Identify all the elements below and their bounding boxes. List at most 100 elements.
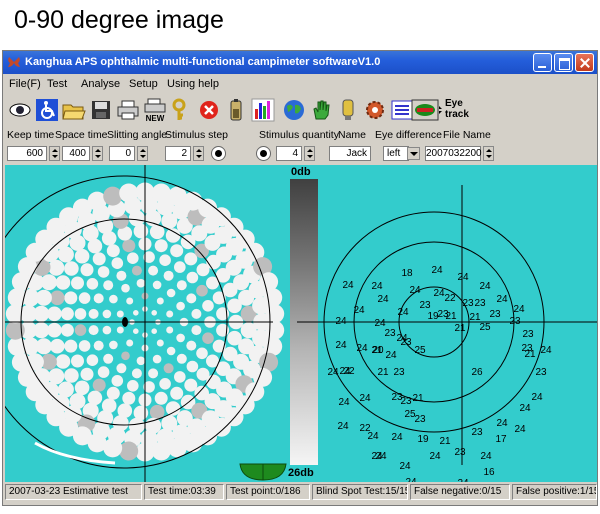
stimulus-dot [60,307,74,321]
stimulus-dot [159,254,171,266]
stimulus-dot [152,280,162,290]
print-icon[interactable] [115,97,141,123]
stimulus-dot [163,363,174,374]
stimulus-quantity-radio[interactable] [256,146,271,161]
threshold-value: 24 [431,265,443,276]
status-false-negative: False negative:0/15 [410,484,510,500]
eye-difference-label: Eye difference [375,129,442,141]
threshold-value: 23 [474,298,486,309]
file-name-field[interactable]: 2007032200 [425,146,482,161]
stimulus-dot [119,183,139,203]
stimulus-dot [152,354,162,364]
threshold-value: 21 [454,323,466,334]
file-name-spinner[interactable] [483,146,494,161]
threshold-value: 24 [385,350,397,361]
eye-difference-select[interactable]: left [383,146,409,161]
stimulus-dot [159,378,171,390]
threshold-value: 20 [372,345,384,356]
keep-time-spinner[interactable] [49,146,60,161]
space-time-spinner[interactable] [92,146,103,161]
stimulus-dot [109,340,118,350]
key-icon[interactable] [169,97,195,123]
threshold-value: 23 [393,367,405,378]
menu-setup[interactable]: Setup [129,78,158,90]
stimulus-dot [88,325,99,336]
name-field[interactable]: Jack [329,146,371,161]
minimize-button[interactable] [533,53,552,72]
eye-track-button[interactable]: Eye track [445,98,469,124]
half-disc-indicator [239,463,287,481]
slitting-angle-field[interactable]: 0 [109,146,135,161]
stimulus-dot [111,375,124,387]
hand-icon[interactable] [308,97,334,123]
close-button[interactable] [575,53,594,72]
stimulus-dot [166,288,176,298]
grayscale-field-plot[interactable] [5,165,295,482]
numeric-field-plot[interactable]: 18 242424242424242322 23 23 24242424 211923 21… [297,165,597,482]
space-time-field[interactable]: 400 [62,146,90,161]
threshold-value: 21 [439,436,451,447]
globe-icon[interactable] [281,97,307,123]
save-icon[interactable] [88,97,114,123]
title-bar[interactable]: Kanghua APS ophthalmic multi-functional … [3,51,597,74]
stimulus-dot [116,326,124,334]
folder-open-icon[interactable] [61,97,87,123]
stimulus-dot [151,183,171,203]
stimulus-dot [50,290,65,306]
threshold-value: 24 [342,280,354,291]
stimulus-dot [186,293,197,304]
toggle-icon[interactable] [411,97,443,123]
threshold-value: 24 [338,397,350,408]
threshold-value: 21 [524,349,536,360]
threshold-value: 24 [519,403,531,414]
visual-field-canvas[interactable]: 0db 26db 18 24 24 24 24 24 24 24 23 22 23 23 24 24 24 2… [5,165,597,482]
print-new-icon[interactable]: NEW [142,97,168,123]
eye-difference-dropdown-arrow[interactable] [407,147,420,160]
slitting-angle-spinner[interactable] [137,146,148,161]
stimulus-dot [166,346,176,356]
menu-test[interactable]: Test [47,78,67,90]
stimulus-dot [55,354,71,369]
stimulus-dot [109,294,118,304]
stimulus-dot [186,271,199,284]
threshold-value: 19 [417,434,429,445]
status-false-positive: False positive:1/15 [512,484,597,500]
bar-chart-icon[interactable] [250,97,276,123]
maximize-button[interactable] [554,53,573,72]
stimulus-dot [122,239,136,253]
stimulus-dot [133,328,139,334]
status-date: 2007-03-23 Estimative test [5,484,142,500]
stimulus-dot [111,257,124,269]
stop-icon[interactable] [196,97,222,123]
threshold-value: 24 [457,272,469,283]
gear-icon[interactable] [362,97,388,123]
stimulus-dot [102,309,112,319]
stimulus-quantity-spinner[interactable] [304,146,315,161]
stimulus-dot [86,354,99,366]
threshold-value: 23 [400,337,412,348]
eye-icon[interactable] [7,97,33,123]
stimulus-step-spinner[interactable] [193,146,204,161]
bulb-icon[interactable] [335,97,361,123]
stimulus-dot [156,297,164,305]
menu-using-help[interactable]: Using help [167,78,219,90]
wheelchair-icon[interactable] [34,97,60,123]
threshold-value: 24 [496,294,508,305]
stimulus-dot [74,248,90,264]
stimulus-dot [64,368,79,383]
battery-icon[interactable] [223,97,249,123]
threshold-value: 24 [353,305,365,316]
stimulus-dot [55,275,71,290]
menu-file[interactable]: File(F) [9,78,41,90]
threshold-value: 24 [337,421,349,432]
stimulus-dot [136,278,146,288]
stimulus-dot [78,292,91,304]
stimulus-step-field[interactable]: 2 [165,146,191,161]
keep-time-field[interactable]: 600 [7,146,47,161]
stimulus-step-radio[interactable] [211,146,226,161]
stimulus-quantity-field[interactable]: 4 [276,146,302,161]
stimulus-dot [71,276,84,290]
threshold-value: 24 [513,304,525,315]
threshold-value: 24 [457,478,469,482]
menu-analyse[interactable]: Analyse [81,78,120,90]
